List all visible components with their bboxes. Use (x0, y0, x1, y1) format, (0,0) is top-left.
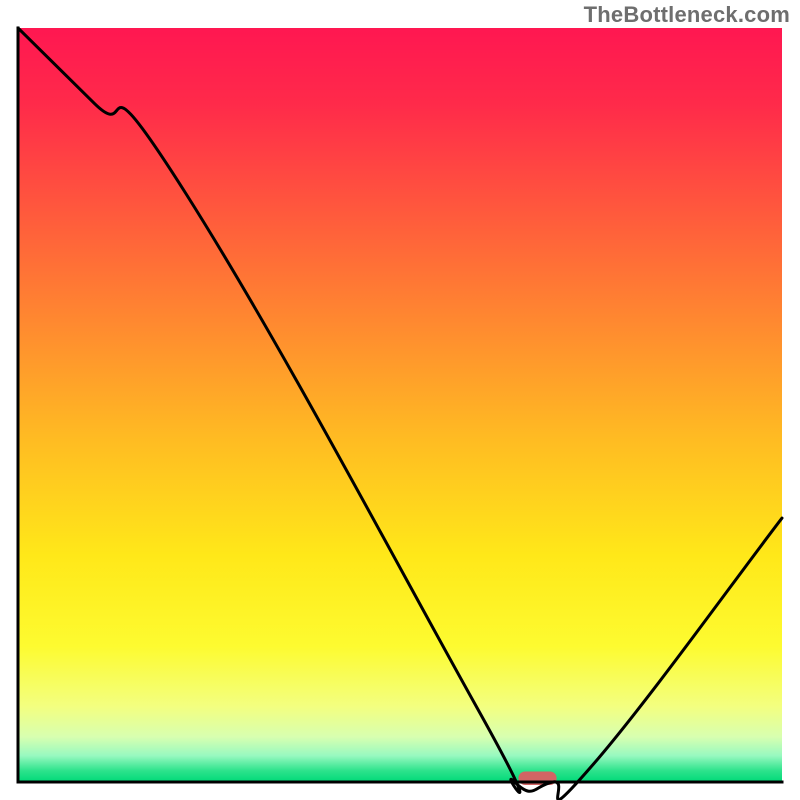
watermark-text: TheBottleneck.com (584, 2, 790, 28)
bottleneck-chart (0, 0, 800, 800)
chart-container: TheBottleneck.com (0, 0, 800, 800)
